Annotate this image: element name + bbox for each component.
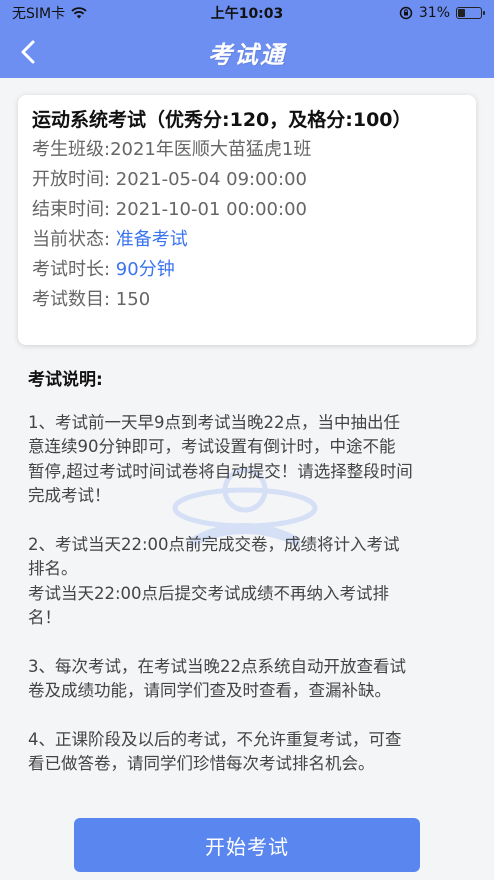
battery-icon xyxy=(456,7,485,19)
instruction-paragraph-4: 4、正课阶段及以后的考试，不允许重复考试，可查 看已做答卷，请同学们珍惜每次考试… xyxy=(28,728,473,777)
instruction-paragraph-3: 3、每次考试，在考试当晚22点系统自动开放查看试 卷及成绩功能，请同学们查及时查… xyxy=(28,655,473,704)
wifi-icon xyxy=(71,7,87,19)
status-right: 31% xyxy=(399,5,485,21)
instruction-line: 看已做答卷，请同学们珍惜每次考试排名机会。 xyxy=(28,754,375,773)
instruction-line: 卷及成绩功能，请同学们查及时查看，查漏补缺。 xyxy=(28,681,391,700)
instruction-line: 排名。 xyxy=(28,559,78,578)
battery-fill xyxy=(458,9,465,17)
instruction-line: 名！ xyxy=(28,608,61,627)
status-label: 当前状态: xyxy=(32,229,116,250)
status-value: 准备考试 xyxy=(115,229,188,250)
instruction-line: 4、正课阶段及以后的考试，不允许重复考试，可查 xyxy=(28,729,402,749)
instruction-line: 暂停,超过考试时间试卷将自动提交！请选择整段时间 xyxy=(28,461,413,481)
end-time-label: 结束时间: xyxy=(32,199,116,220)
exam-instructions: 考试说明: 1、考试前一天早9点到考试当晚22点，当中抽出任 意连续90分钟即可… xyxy=(28,368,473,801)
instruction-paragraph-2: 2、考试当天22:00点前完成交卷，成绩将计入考试 排名。 考试当天22:00点… xyxy=(28,533,473,631)
question-count-label: 考试数目: xyxy=(32,289,116,310)
instruction-line: 1、考试前一天早9点到考试当晚22点，当中抽出任 xyxy=(28,412,400,432)
nav-bar: 考试通 xyxy=(0,26,494,78)
instruction-line: 3、每次考试，在考试当晚22点系统自动开放查看试 xyxy=(28,656,406,676)
duration-row: 考试时长: 90分钟 xyxy=(32,255,462,285)
class-value: 2021年医顺大苗猛虎1班 xyxy=(110,139,312,160)
instruction-line: 2、考试当天22:00点前完成交卷，成绩将计入考试 xyxy=(28,534,400,554)
question-count-row: 考试数目: 150 xyxy=(32,285,462,315)
class-label: 考生班级: xyxy=(32,139,111,160)
instruction-line: 考试当天22:00点后提交考试成绩不再纳入考试排 xyxy=(28,583,390,603)
duration-value: 90分钟 xyxy=(115,259,175,280)
instruction-line: 完成考试！ xyxy=(28,486,111,505)
end-time-value: 2021-10-01 00:00:00 xyxy=(115,199,307,220)
orientation-lock-icon xyxy=(399,6,413,20)
open-time-label: 开放时间: xyxy=(32,169,116,190)
open-time-value: 2021-05-04 09:00:00 xyxy=(115,169,307,190)
start-exam-button[interactable]: 开始考试 xyxy=(74,818,420,872)
instruction-paragraph-1: 1、考试前一天早9点到考试当晚22点，当中抽出任 意连续90分钟即可，考试设置有… xyxy=(28,411,473,509)
end-time-row: 结束时间: 2021-10-01 00:00:00 xyxy=(32,195,462,225)
duration-label: 考试时长: xyxy=(32,259,116,280)
status-row: 当前状态: 准备考试 xyxy=(32,225,462,255)
status-left: 无SIM卡 xyxy=(12,3,87,23)
question-count-value: 150 xyxy=(115,289,151,310)
instruction-line: 意连续90分钟即可，考试设置有倒计时，中途不能 xyxy=(28,437,396,456)
back-button[interactable] xyxy=(10,34,46,70)
exam-info-card: 运动系统考试（优秀分:120，及格分:100） 考生班级:2021年医顺大苗猛虎… xyxy=(18,95,476,345)
carrier-label: 无SIM卡 xyxy=(12,6,66,22)
instructions-title: 考试说明: xyxy=(28,370,103,390)
open-time-row: 开放时间: 2021-05-04 09:00:00 xyxy=(32,165,462,195)
battery-percent: 31% xyxy=(418,5,450,21)
chevron-left-icon xyxy=(21,40,35,64)
class-row: 考生班级:2021年医顺大苗猛虎1班 xyxy=(32,135,462,165)
page-title: 考试通 xyxy=(208,40,286,69)
exam-title: 运动系统考试（优秀分:120，及格分:100） xyxy=(32,109,412,131)
status-bar: 无SIM卡 上午10:03 31% xyxy=(0,0,494,26)
